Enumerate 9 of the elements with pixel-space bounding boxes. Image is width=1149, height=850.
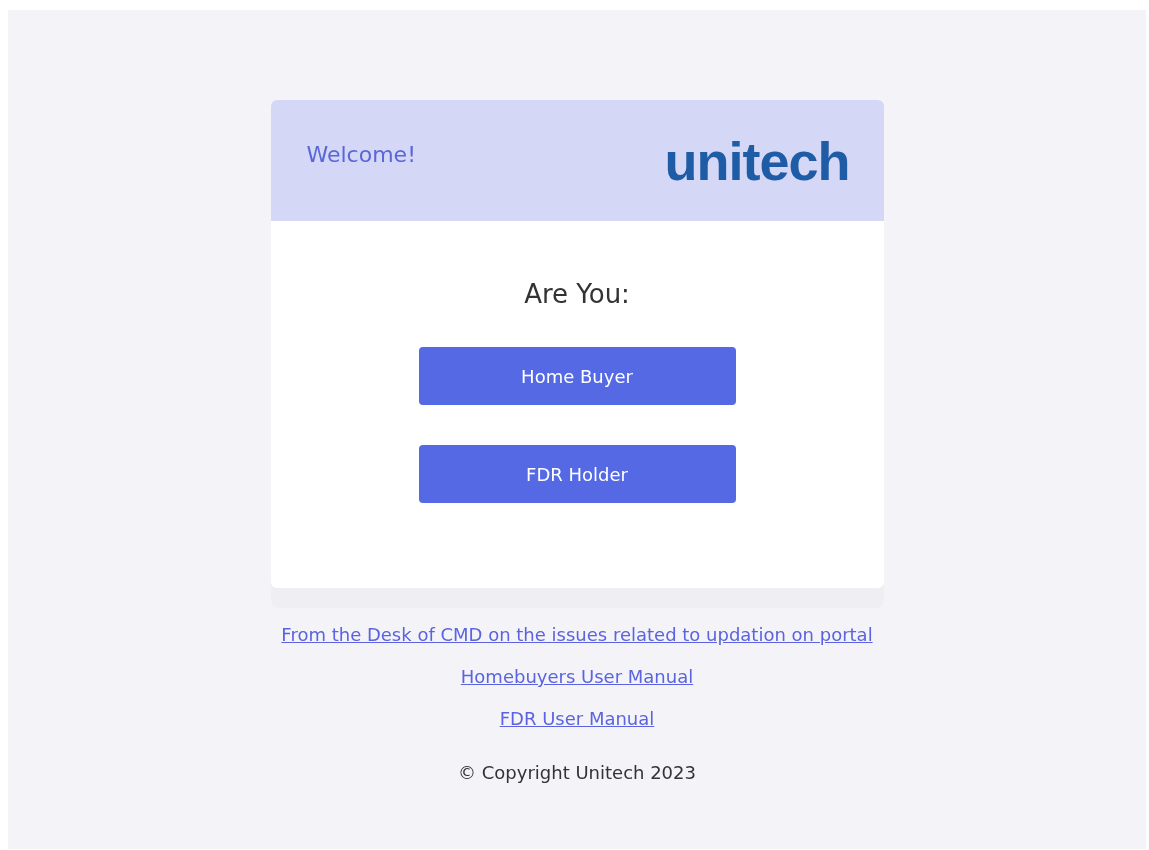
logo: unitech [664, 129, 850, 192]
copyright-text: © Copyright Unitech 2023 [458, 762, 696, 783]
link[interactable]: FDR User Manual [499, 704, 655, 734]
role-button[interactable]: FDR Holder [418, 445, 736, 503]
link[interactable]: Homebuyers User Manual [460, 662, 694, 692]
welcome-heading: Welcome! [306, 142, 416, 167]
role-button[interactable]: Home Buyer [418, 347, 736, 405]
link[interactable]: From the Desk of CMD on the issues related to updation on portal [281, 620, 873, 650]
prompt-heading: Are You: [524, 279, 630, 309]
